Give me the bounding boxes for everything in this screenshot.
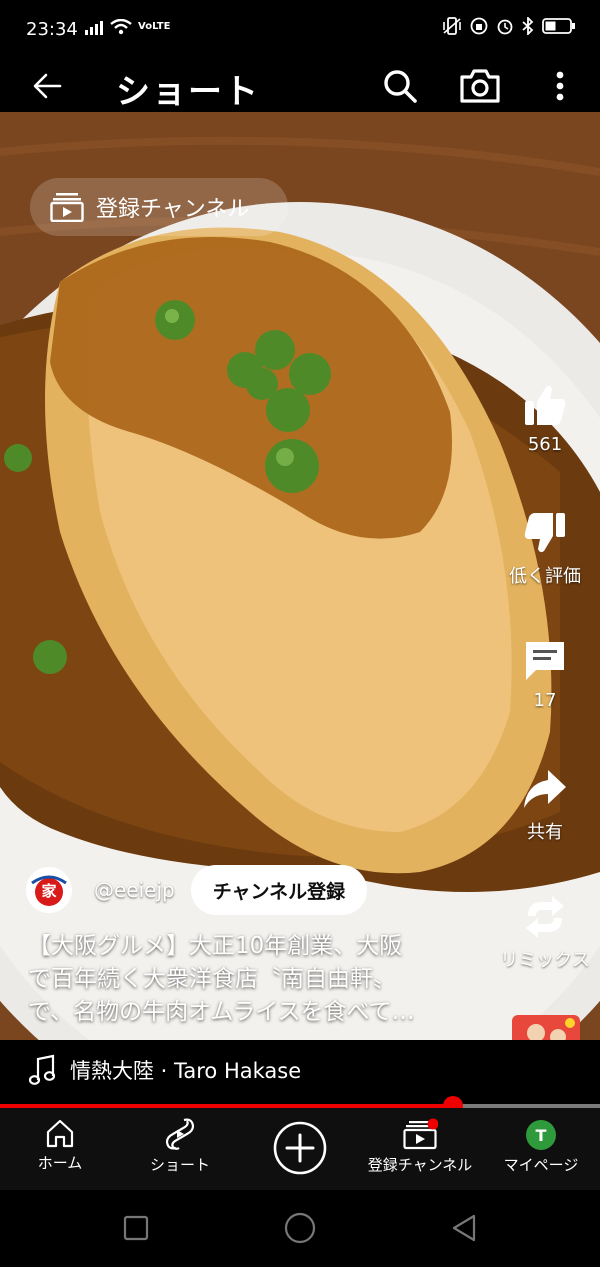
channel-logo-glyph: 家	[41, 882, 57, 900]
nav-create[interactable]	[270, 1108, 330, 1190]
battery-icon	[542, 18, 575, 34]
subscriptions-chip[interactable]: 登録チャンネル	[30, 178, 288, 236]
share-label: 共有	[527, 822, 563, 843]
search-icon[interactable]	[380, 66, 420, 106]
share-button[interactable]: 共有	[490, 766, 600, 844]
system-navigation-bar	[0, 1190, 600, 1267]
music-note-icon	[28, 1054, 56, 1085]
comments-button[interactable]: 17	[490, 638, 600, 711]
nav-shorts-label: ショート	[149, 1156, 210, 1174]
subscriptions-chip-label: 登録チャンネル	[96, 197, 250, 222]
status-time: 23:34	[26, 19, 78, 40]
channel-avatar[interactable]: 家	[26, 867, 72, 913]
home-icon	[46, 1119, 74, 1148]
caption-line: 【大阪グルメ】大正10年創業、大阪	[28, 933, 403, 959]
nav-home[interactable]: ホーム	[20, 1108, 100, 1190]
caption-line: で百年続く大衆洋食店〝南自由軒〟	[28, 966, 396, 992]
volte-label: VoLTE	[138, 21, 171, 32]
nav-home-label: ホーム	[37, 1154, 83, 1172]
subscriptions-icon	[50, 193, 84, 222]
subscribe-button-label: チャンネル登録	[212, 880, 346, 903]
comment-icon	[526, 642, 564, 680]
alarm-icon	[497, 19, 513, 35]
camera-icon[interactable]	[458, 66, 502, 106]
recents-icon[interactable]	[122, 1214, 150, 1242]
caption-line: で、名物の牛肉オムライスを食べて…	[28, 999, 415, 1025]
sound-title: 情熱大陸 · Taro Hakase	[70, 1059, 302, 1083]
app-bar: ショート	[0, 58, 600, 112]
thumb-down-icon	[524, 513, 565, 553]
home-button-icon[interactable]	[283, 1211, 317, 1245]
account-avatar-letter: T	[535, 1125, 547, 1145]
thumb-up-icon	[525, 385, 566, 425]
back-button-icon[interactable]	[450, 1213, 478, 1243]
signal-icon	[85, 21, 103, 35]
nav-mypage-label: マイページ	[503, 1156, 579, 1174]
dislike-label: 低く評価	[509, 566, 581, 587]
nav-shorts[interactable]: ショート	[140, 1108, 220, 1190]
dislike-button[interactable]: 低く評価	[490, 510, 600, 588]
shorts-icon	[165, 1118, 195, 1150]
more-vert-icon[interactable]	[546, 66, 574, 106]
account-avatar: T	[526, 1120, 556, 1150]
like-count: 561	[527, 434, 563, 455]
video-caption[interactable]: 【大阪グルメ】大正10年創業、大阪 で百年続く大衆洋食店〝南自由軒〟 で、名物の…	[28, 930, 488, 1029]
subscriptions-icon	[403, 1118, 438, 1150]
channel-handle[interactable]: @eeiejp	[94, 878, 175, 902]
back-arrow-icon[interactable]	[28, 66, 68, 106]
like-button[interactable]: 561	[490, 382, 600, 455]
share-icon	[524, 770, 566, 808]
remix-icon	[526, 896, 564, 938]
nav-subscriptions[interactable]: 登録チャンネル	[358, 1108, 482, 1190]
comment-count: 17	[533, 690, 557, 711]
remix-label: リミックス	[500, 950, 590, 971]
short-video-player[interactable]: 登録チャンネル 561 低く評価 17 共有 リミックス 家 @eeiejp チ…	[0, 112, 600, 1104]
data-saver-icon	[470, 17, 488, 35]
nav-subscriptions-label: 登録チャンネル	[367, 1156, 473, 1174]
wifi-icon	[110, 19, 132, 35]
channel-row: 家 @eeiejp チャンネル登録	[26, 864, 368, 916]
bluetooth-icon	[522, 17, 534, 35]
add-create-icon	[273, 1121, 327, 1175]
bottom-navigation: ホーム ショート 登録チャンネル T マイページ	[0, 1108, 600, 1190]
subscribe-button[interactable]: チャンネル登録	[190, 865, 368, 915]
status-bar: 23:34 VoLTE	[0, 0, 600, 58]
sound-bar[interactable]: 情熱大陸 · Taro Hakase	[0, 1040, 600, 1104]
page-title: ショート	[116, 72, 260, 112]
remix-button[interactable]: リミックス	[490, 894, 600, 972]
nav-mypage[interactable]: T マイページ	[496, 1108, 586, 1190]
vibrate-icon	[443, 17, 461, 35]
